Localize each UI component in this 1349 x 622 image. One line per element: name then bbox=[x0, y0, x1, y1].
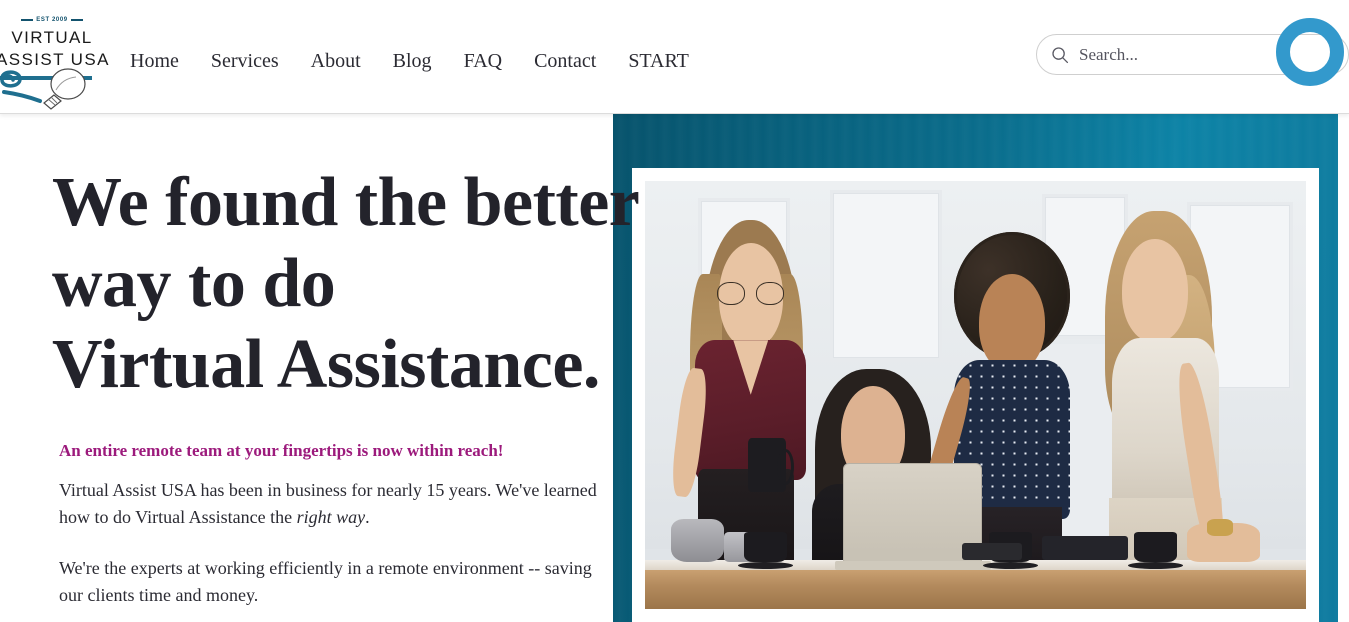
logo-line-1: VIRTUAL bbox=[11, 28, 93, 47]
photo-window bbox=[830, 189, 943, 361]
hero-paragraph-2: We're the experts at working efficiently… bbox=[59, 558, 592, 605]
search-input[interactable] bbox=[1079, 42, 1279, 67]
logo-line-2: ASSIST USA bbox=[0, 50, 110, 69]
photo-tablet bbox=[1041, 536, 1128, 560]
photo-teapot bbox=[671, 519, 725, 562]
logo-rule-right bbox=[70, 19, 83, 21]
hero-content: We found the better way to do Virtual As… bbox=[0, 114, 640, 622]
heading-line-2: way to do bbox=[52, 245, 336, 322]
logo-est-text: EST 2009 bbox=[36, 17, 68, 23]
hero-paragraph-1-emphasis: right way bbox=[296, 507, 366, 527]
site-header: EST 2009 VIRTUAL ASSIST USA Home Service… bbox=[0, 0, 1349, 114]
nav-item-faq[interactable]: FAQ bbox=[448, 45, 519, 77]
nav-item-start[interactable]: START bbox=[612, 45, 705, 77]
nav-item-services[interactable]: Services bbox=[195, 45, 295, 77]
hero-section: We found the better way to do Virtual As… bbox=[0, 114, 1349, 622]
nav-item-blog[interactable]: Blog bbox=[377, 45, 448, 77]
photo-phone bbox=[962, 542, 1022, 560]
photo-coffee-cup bbox=[1128, 531, 1184, 569]
hero-paragraph-1: Virtual Assist USA has been in business … bbox=[59, 477, 607, 531]
nav-item-home[interactable]: Home bbox=[130, 45, 195, 77]
main-navigation: Home Services About Blog FAQ Contact STA… bbox=[130, 45, 705, 77]
photo-laptop bbox=[834, 463, 991, 571]
photo-watch bbox=[1206, 519, 1234, 537]
nav-item-about[interactable]: About bbox=[295, 45, 377, 77]
photo-coffee-cup bbox=[738, 531, 794, 569]
hero-paragraph-1-tail: . bbox=[365, 507, 370, 527]
page-title: We found the better way to do Virtual As… bbox=[52, 162, 752, 405]
hero-tagline: An entire remote team at your fingertips… bbox=[59, 441, 504, 460]
heading-line-3: Virtual Assistance. bbox=[52, 326, 600, 403]
heading-line-1: We found the better bbox=[52, 164, 640, 241]
logo-rule-left bbox=[21, 19, 34, 21]
photo-table bbox=[645, 570, 1306, 609]
lightbulb-icon bbox=[0, 68, 108, 117]
logo-est-badge: EST 2009 bbox=[20, 17, 84, 23]
search-area bbox=[1036, 18, 1349, 86]
accent-circle-button[interactable] bbox=[1276, 18, 1344, 86]
search-icon bbox=[1051, 46, 1069, 64]
site-logo[interactable]: EST 2009 VIRTUAL ASSIST USA bbox=[0, 8, 110, 110]
nav-item-contact[interactable]: Contact bbox=[518, 45, 612, 77]
